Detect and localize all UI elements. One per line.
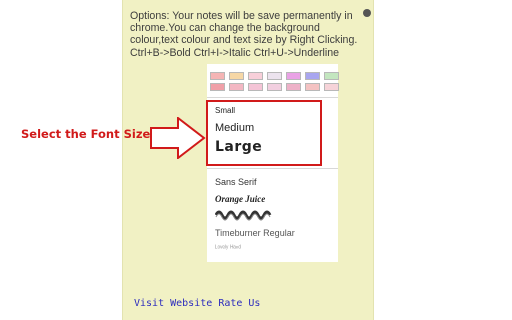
color-swatch[interactable] <box>210 72 225 80</box>
font-script[interactable]: ᴸᵒᵛᵉˡʸ ᴴᵃⁿᵈ <box>215 245 241 252</box>
color-swatch[interactable] <box>248 83 263 91</box>
color-swatch[interactable] <box>248 72 263 80</box>
close-dot-icon[interactable] <box>363 9 371 17</box>
swatch-row1 <box>210 72 339 80</box>
footer-links: Visit Website Rate Us <box>134 298 260 309</box>
color-swatch[interactable] <box>305 83 320 91</box>
visit-website-link[interactable]: Visit Website <box>134 298 212 309</box>
rate-us-link[interactable]: Rate Us <box>218 298 260 309</box>
color-swatch[interactable] <box>229 72 244 80</box>
color-swatch[interactable] <box>267 72 282 80</box>
color-swatch[interactable] <box>267 83 282 91</box>
color-palette <box>210 72 339 94</box>
menu-separator <box>207 168 338 169</box>
color-swatch[interactable] <box>305 72 320 80</box>
swatch-row2 <box>210 83 339 91</box>
color-swatch[interactable] <box>286 83 301 91</box>
options-text: Options: Your notes will be save permane… <box>130 10 358 59</box>
menu-separator <box>207 97 338 98</box>
color-swatch[interactable] <box>286 72 301 80</box>
font-sans-serif[interactable]: Sans Serif <box>215 177 257 187</box>
color-swatch[interactable] <box>229 83 244 91</box>
color-swatch[interactable] <box>324 72 339 80</box>
font-orange-juice[interactable]: Orange Juice <box>215 194 265 204</box>
color-swatch[interactable] <box>210 83 225 91</box>
right-arrow-icon <box>150 117 206 159</box>
font-decorative[interactable] <box>214 208 275 224</box>
decorative-font-sample-icon <box>214 210 272 221</box>
annotation-label: Select the Font Size <box>21 127 151 141</box>
font-size-highlight <box>206 100 322 166</box>
color-swatch[interactable] <box>324 83 339 91</box>
font-timeburner[interactable]: Timeburner Regular <box>215 228 295 238</box>
